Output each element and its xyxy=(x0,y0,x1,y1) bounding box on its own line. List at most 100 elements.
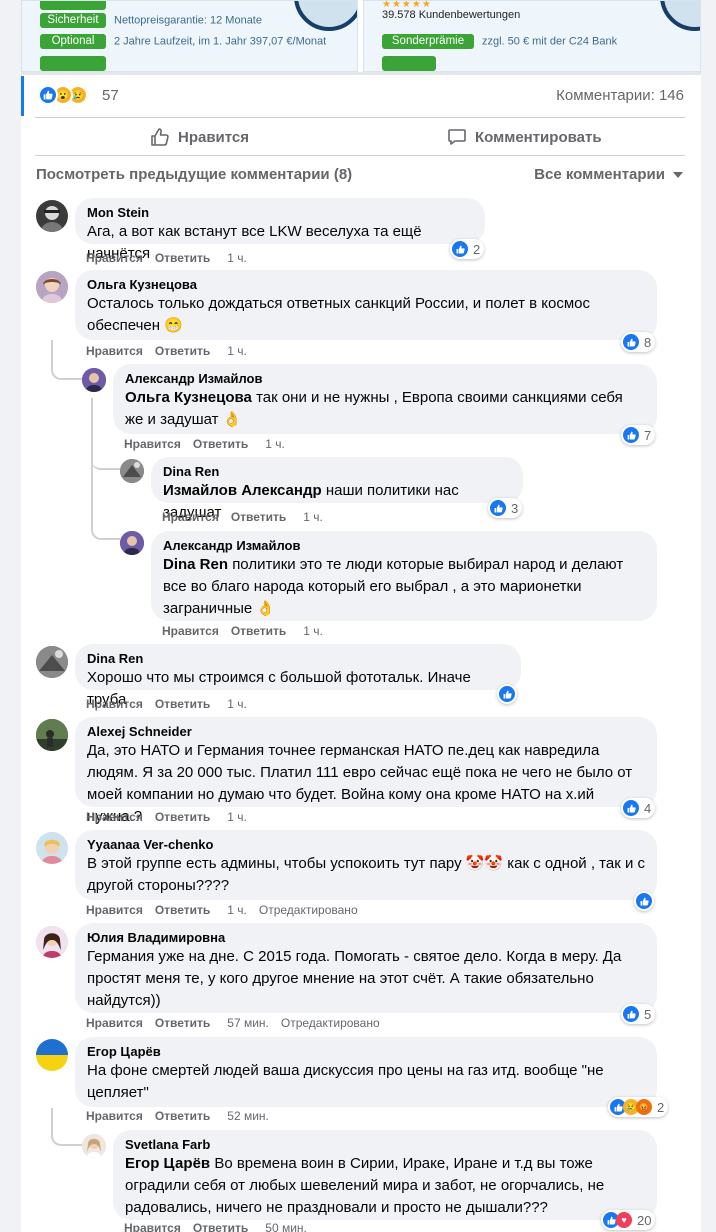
comment-author[interactable]: Dina Ren xyxy=(163,464,511,480)
avatar[interactable] xyxy=(36,832,68,864)
like-reaction-icon xyxy=(636,893,652,909)
comment-like-link[interactable]: Нравится xyxy=(162,624,219,638)
heart-reaction-icon: ♥ xyxy=(616,1212,632,1228)
comment-author[interactable]: Ольга Кузнецова xyxy=(87,277,645,293)
comment-author[interactable]: Yyaanaa Ver-chenko xyxy=(87,837,645,853)
ad-scrollbar[interactable] xyxy=(21,72,701,75)
comment-button[interactable]: Комментировать xyxy=(447,121,602,153)
comment-time[interactable]: 50 мин. xyxy=(265,1221,307,1232)
like-button[interactable]: Нравится xyxy=(150,121,249,153)
ad-pill xyxy=(40,56,106,71)
view-previous-comments-link[interactable]: Посмотреть предыдущие комментарии (8) xyxy=(36,166,352,183)
avatar[interactable] xyxy=(120,459,144,483)
thread-line xyxy=(51,340,82,380)
comment-reply-link[interactable]: Ответить xyxy=(155,697,210,711)
ad-banner[interactable]: Sicherheit Nettopreisgarantie: 12 Monate … xyxy=(21,0,701,72)
comment-actions: Нравится Ответить 1 ч. xyxy=(86,697,259,711)
ad-card-left[interactable]: Sicherheit Nettopreisgarantie: 12 Monate … xyxy=(21,0,358,72)
comment-filter-label: Все комментарии xyxy=(534,166,665,183)
comment-reactions[interactable]: 4 xyxy=(621,798,656,818)
reactions-summary: 😮 😢 57 Комментарии: 146 xyxy=(21,76,701,116)
comment-time[interactable]: 1 ч. xyxy=(303,510,323,524)
comment-reply-link[interactable]: Ответить xyxy=(155,344,210,358)
avatar[interactable] xyxy=(82,1134,106,1158)
comment-reply-link[interactable]: Ответить xyxy=(155,1109,210,1123)
comment-reactions[interactable]: ♥ 20 xyxy=(601,1210,656,1230)
comment-actions: Нравится Ответить 1 ч. xyxy=(124,437,297,451)
reaction-count: 4 xyxy=(644,800,652,816)
comment-reply-link[interactable]: Ответить xyxy=(231,510,286,524)
comment-time[interactable]: 1 ч. xyxy=(227,344,247,358)
mention-link[interactable]: Егор Царёв xyxy=(125,1155,210,1172)
comment-reactions[interactable]: 3 xyxy=(488,498,523,518)
comment-actions: Нравится Ответить 57 мин. Отредактировано xyxy=(86,1016,380,1030)
comment-like-link[interactable]: Нравится xyxy=(86,697,143,711)
comments-count-link[interactable]: Комментарии: 146 xyxy=(556,87,684,104)
comment-author[interactable]: Егор Царёв xyxy=(87,1044,645,1060)
comment-reply-link[interactable]: Ответить xyxy=(231,624,286,638)
comment-like-link[interactable]: Нравится xyxy=(86,810,143,824)
ad-card-right[interactable]: ★★★★★ 39.578 Kundenbewertungen Sonderprä… xyxy=(363,0,701,72)
comment-reply-link[interactable]: Ответить xyxy=(155,903,210,917)
comment-author[interactable]: Svetlana Farb xyxy=(125,1137,645,1153)
comment-time[interactable]: 1 ч. xyxy=(227,697,247,711)
comment-reactions[interactable]: 2 xyxy=(450,239,485,259)
ad-pill xyxy=(382,56,436,71)
comment-author[interactable]: Александр Измайлов xyxy=(125,371,645,387)
comment-like-link[interactable]: Нравится xyxy=(86,1109,143,1123)
like-reaction-icon xyxy=(490,500,506,516)
comment-reactions[interactable] xyxy=(634,891,654,911)
avatar[interactable] xyxy=(36,271,68,303)
comment-reactions[interactable]: 5 xyxy=(621,1004,656,1024)
comment-time[interactable]: 57 мин. xyxy=(227,1016,269,1030)
comment-like-link[interactable]: Нравится xyxy=(86,903,143,917)
comment-reactions[interactable]: 7 xyxy=(621,425,656,445)
comment-reply-link[interactable]: Ответить xyxy=(193,1221,248,1232)
comment-reply-link[interactable]: Ответить xyxy=(155,1016,210,1030)
comment-time[interactable]: 52 мин. xyxy=(227,1109,269,1123)
avatar[interactable] xyxy=(36,646,68,678)
comment-time[interactable]: 1 ч. xyxy=(265,437,285,451)
comment-reply-link[interactable]: Ответить xyxy=(155,251,210,265)
comment-actions: Нравится Ответить 52 мин. xyxy=(86,1109,281,1123)
mention-link[interactable]: Ольга Кузнецова xyxy=(125,389,252,406)
comment-like-link[interactable]: Нравится xyxy=(162,510,219,524)
comment-reactions[interactable] xyxy=(497,684,517,704)
mention-link[interactable]: Dina Ren xyxy=(163,556,228,573)
avatar[interactable] xyxy=(120,531,144,555)
comment-time[interactable]: 1 ч. xyxy=(227,810,247,824)
avatar[interactable] xyxy=(82,368,106,392)
comment-time[interactable]: 1 ч. xyxy=(303,624,323,638)
avatar[interactable] xyxy=(36,926,68,958)
comment-like-link[interactable]: Нравится xyxy=(124,437,181,451)
comment-like-link[interactable]: Нравится xyxy=(124,1221,181,1232)
comment-reply-link[interactable]: Ответить xyxy=(155,810,210,824)
ad-row-partial xyxy=(40,56,114,71)
comment-reply-link[interactable]: Ответить xyxy=(193,437,248,451)
comment-actions: Нравится Ответить 1 ч. xyxy=(86,344,259,358)
comment-time[interactable]: 1 ч. xyxy=(227,903,247,917)
reaction-count[interactable]: 57 xyxy=(102,87,119,104)
comment-author[interactable]: Alexej Schneider xyxy=(87,724,645,740)
comment-author[interactable]: Юлия Владимировна xyxy=(87,930,645,946)
comment-time[interactable]: 1 ч. xyxy=(227,251,247,265)
comment-author[interactable]: Mon Stein xyxy=(87,205,473,221)
comment-author[interactable]: Dina Ren xyxy=(87,651,509,667)
comment-author[interactable]: Александр Измайлов xyxy=(163,538,645,554)
comment-reactions[interactable]: 😢 😡 2 xyxy=(608,1097,669,1117)
avatar[interactable] xyxy=(36,1039,68,1071)
mention-link[interactable]: Измайлов Александр xyxy=(163,482,322,499)
comment-like-link[interactable]: Нравится xyxy=(86,344,143,358)
avatar[interactable] xyxy=(36,719,68,751)
comment-reactions[interactable]: 8 xyxy=(621,332,656,352)
reaction-count: 2 xyxy=(657,1099,665,1115)
edited-label[interactable]: Отредактировано xyxy=(259,903,358,917)
reaction-icons[interactable]: 😮 😢 xyxy=(38,85,100,105)
edited-label[interactable]: Отредактировано xyxy=(281,1016,380,1030)
comment-text: политики это те люди которые выбирал нар… xyxy=(163,556,624,617)
ad-pill: Sonderprämie xyxy=(382,34,474,49)
avatar[interactable] xyxy=(36,200,68,232)
comment-like-link[interactable]: Нравится xyxy=(86,251,143,265)
comment-like-link[interactable]: Нравится xyxy=(86,1016,143,1030)
comment-filter-dropdown[interactable]: Все комментарии xyxy=(534,166,683,183)
